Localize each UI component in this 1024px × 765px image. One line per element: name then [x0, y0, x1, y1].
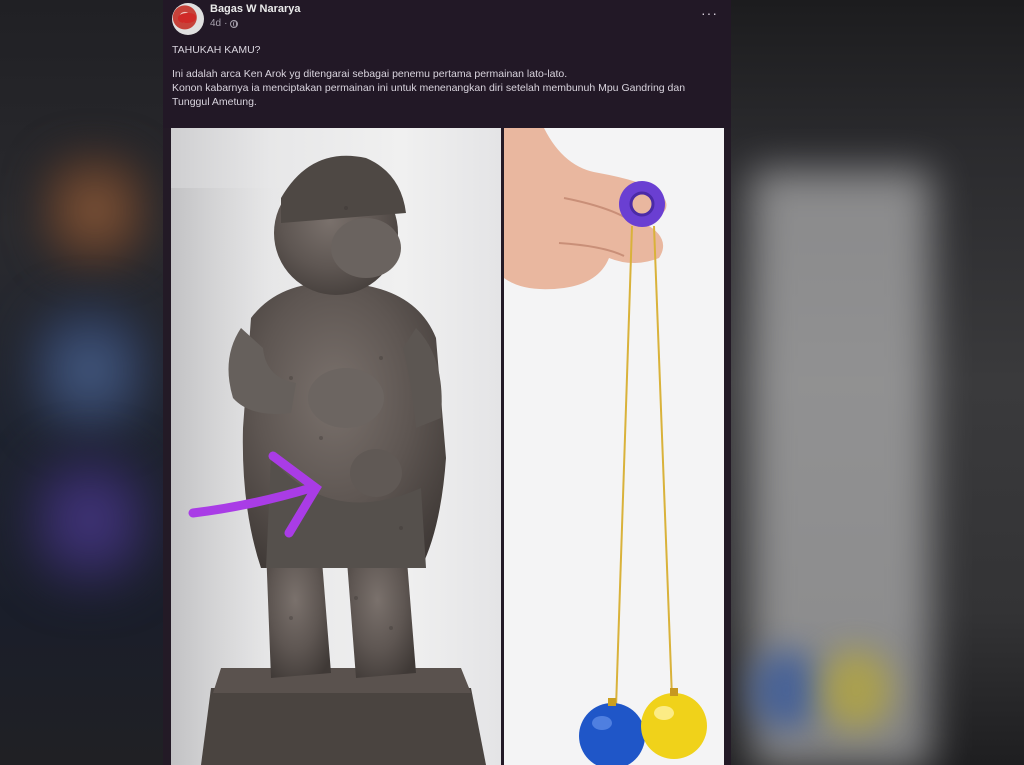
social-post: Bagas W Nararya 4d · ··· TAHUKAH KAMU? I… [163, 0, 731, 765]
toy-photo[interactable] [504, 128, 724, 765]
author-name[interactable]: Bagas W Nararya [210, 3, 301, 15]
post-time[interactable]: 4d [210, 18, 221, 29]
more-options-icon[interactable]: ··· [701, 5, 718, 21]
author-avatar[interactable] [172, 3, 204, 35]
globe-icon [230, 19, 239, 28]
blurred-background-left [0, 0, 163, 765]
blurred-background-right [731, 0, 1024, 765]
post-body-line-2: Konon kabarnya ia menciptakan permainan … [172, 82, 686, 108]
lato-lato-image [504, 128, 707, 765]
post-body-line-1: Ini adalah arca Ken Arok yg ditengarai s… [172, 68, 568, 80]
post-photos [171, 128, 724, 765]
statue-photo[interactable] [171, 128, 501, 765]
post-headline: TAHUKAH KAMU? [172, 44, 261, 56]
post-meta: 4d · [210, 18, 239, 29]
post-header: Bagas W Nararya 4d · ··· TAHUKAH KAMU? I… [163, 0, 731, 128]
statue-image [171, 155, 486, 765]
post-text: TAHUKAH KAMU? Ini adalah arca Ken Arok y… [172, 43, 722, 109]
